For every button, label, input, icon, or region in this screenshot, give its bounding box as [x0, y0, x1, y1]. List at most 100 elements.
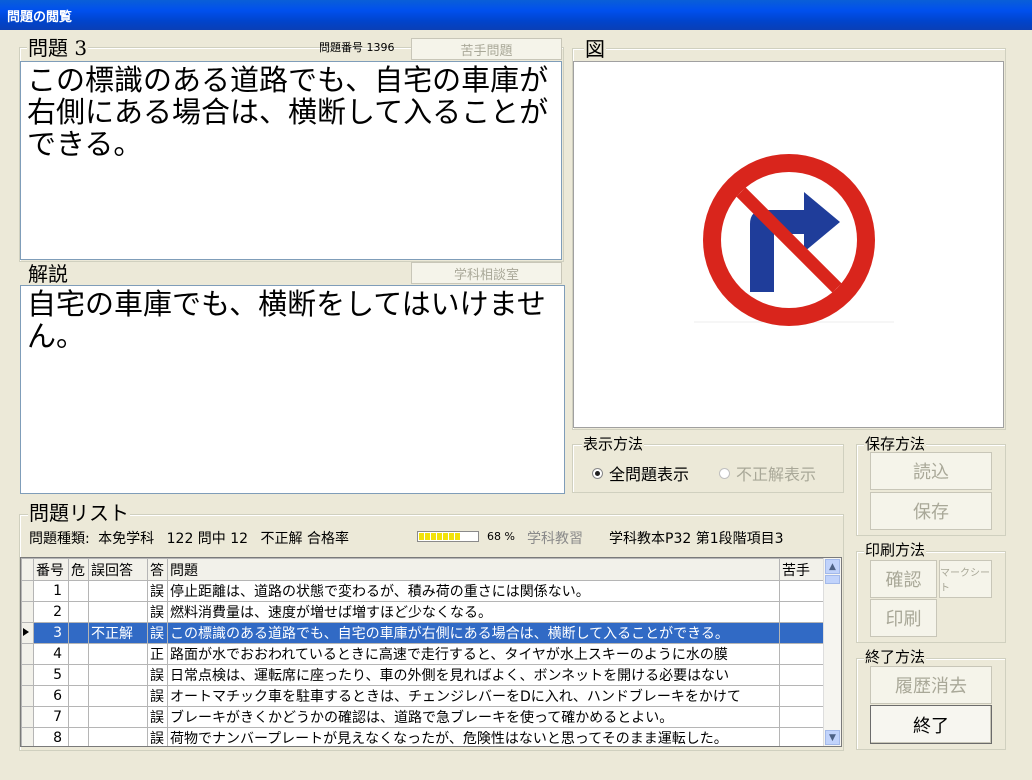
row-indicator[interactable]	[21, 706, 34, 728]
cell-question[interactable]: この標識のある道路でも、自宅の車庫が右側にある場合は、横断して入ることができる。	[167, 622, 780, 644]
cell-wrong-answer[interactable]	[88, 664, 148, 686]
current-row-pointer-icon[interactable]	[21, 622, 34, 644]
cell-weak[interactable]	[779, 685, 827, 707]
cell-wrong-answer[interactable]	[88, 685, 148, 707]
cell-danger[interactable]	[68, 727, 89, 746]
cell-question[interactable]: 荷物でナンバープレートが見えなくなったが、危険性はないと思ってそのまま運転した。	[167, 727, 780, 746]
cell-question[interactable]: 燃料消費量は、速度が増せば増すほど少なくなる。	[167, 601, 780, 623]
consult-room-button[interactable]: 学科相談室	[411, 262, 562, 284]
cell-number[interactable]: 8	[33, 727, 69, 746]
question-title: 問題 3	[27, 36, 89, 60]
radio-incorrect-only[interactable]: 不正解表示	[719, 461, 816, 485]
cell-number[interactable]: 2	[33, 601, 69, 623]
table-row[interactable]: 7 誤ブレーキがきくかどうかの確認は、道路で急ブレーキを使って確かめるとよい。	[21, 706, 827, 728]
cell-wrong-answer[interactable]	[88, 601, 148, 623]
cell-wrong-answer[interactable]	[88, 706, 148, 728]
cell-answer[interactable]: 誤	[147, 601, 168, 623]
row-indicator[interactable]	[21, 685, 34, 707]
cell-weak[interactable]	[779, 664, 827, 686]
question-number: 問題番号 1396	[319, 41, 395, 54]
cell-weak[interactable]	[779, 601, 827, 623]
clear-history-button[interactable]: 履歴消去	[870, 666, 992, 704]
print-button[interactable]: 印刷	[870, 599, 937, 637]
window-titlebar[interactable]: 問題の閲覧	[0, 0, 1032, 30]
cell-answer[interactable]: 誤	[147, 706, 168, 728]
cell-answer[interactable]: 正	[147, 643, 168, 665]
window-title: 問題の閲覧	[7, 10, 73, 25]
scroll-up-icon[interactable]: ▲	[825, 559, 840, 574]
radio-all-questions[interactable]: 全問題表示	[592, 461, 689, 485]
column-header-danger[interactable]: 危	[68, 558, 89, 581]
radio-dot-icon[interactable]	[592, 467, 603, 479]
count-text: 122 問中 12	[166, 531, 249, 547]
cell-danger[interactable]	[68, 643, 89, 665]
row-indicator[interactable]	[21, 727, 34, 746]
confirm-button[interactable]: 確認	[870, 560, 937, 598]
table-row[interactable]: 2 誤燃料消費量は、速度が増せば増すほど少なくなる。	[21, 601, 827, 623]
cell-danger[interactable]	[68, 706, 89, 728]
scroll-down-icon[interactable]: ▼	[825, 730, 840, 745]
cell-number[interactable]: 6	[33, 685, 69, 707]
cell-wrong-answer[interactable]	[88, 727, 148, 746]
explanation-text: 自宅の車庫でも、横断をしてはいけません。	[20, 285, 565, 494]
table-scrollbar[interactable]: ▲ ▼	[823, 558, 841, 746]
exit-button[interactable]: 終了	[870, 705, 992, 744]
cell-answer[interactable]: 誤	[147, 664, 168, 686]
column-header-weak[interactable]: 苦手	[779, 558, 827, 581]
cell-weak[interactable]	[779, 727, 827, 746]
row-indicator[interactable]	[21, 580, 34, 602]
radio-dot-icon[interactable]	[719, 467, 730, 479]
row-indicator[interactable]	[21, 664, 34, 686]
cell-question[interactable]: 停止距離は、道路の状態で変わるが、積み荷の重さには関係ない。	[167, 580, 780, 602]
cell-number[interactable]: 7	[33, 706, 69, 728]
radio-incorrect-only-label: 不正解表示	[736, 465, 817, 484]
cell-number[interactable]: 5	[33, 664, 69, 686]
cell-number[interactable]: 3	[33, 622, 69, 644]
marksheet-button[interactable]: マークシート	[939, 560, 992, 598]
column-header-number[interactable]: 番号	[33, 558, 69, 581]
table-row[interactable]: 8 誤荷物でナンバープレートが見えなくなったが、危険性はないと思ってそのまま運転し…	[21, 727, 827, 746]
column-header-wrong-answer[interactable]: 誤回答	[88, 558, 148, 581]
cell-number[interactable]: 1	[33, 580, 69, 602]
no-right-turn-sign-icon	[694, 154, 894, 326]
column-header-answer[interactable]: 答	[147, 558, 168, 581]
row-indicator[interactable]	[21, 643, 34, 665]
table-row[interactable]: 1 誤停止距離は、道路の状態で変わるが、積み荷の重さには関係ない。	[21, 580, 827, 602]
explanation-title: 解説	[27, 262, 69, 286]
question-list-info: 問題種類: 本免学科 122 問中 12 不正解 合格率	[29, 528, 349, 547]
save-button[interactable]: 保存	[870, 492, 992, 530]
radio-all-questions-label: 全問題表示	[609, 465, 690, 484]
cell-answer[interactable]: 誤	[147, 622, 168, 644]
cell-weak[interactable]	[779, 622, 827, 644]
column-header-question[interactable]: 問題	[167, 558, 780, 581]
cell-wrong-answer[interactable]	[88, 580, 148, 602]
row-indicator[interactable]	[21, 601, 34, 623]
cell-answer[interactable]: 誤	[147, 685, 168, 707]
cell-weak[interactable]	[779, 643, 827, 665]
cell-danger[interactable]	[68, 685, 89, 707]
cell-question[interactable]: 日常点検は、運転席に座ったり、車の外側を見ればよく、ボンネットを開ける必要はない	[167, 664, 780, 686]
cell-answer[interactable]: 誤	[147, 580, 168, 602]
cell-question[interactable]: オートマチック車を駐車するときは、チェンジレバーをDに入れ、ハンドブレーキをかけ…	[167, 685, 780, 707]
cell-danger[interactable]	[68, 580, 89, 602]
cell-danger[interactable]	[68, 622, 89, 644]
table-row[interactable]: 6 誤オートマチック車を駐車するときは、チェンジレバーをDに入れ、ハンドブレーキを…	[21, 685, 827, 707]
row-indicator-header	[21, 558, 34, 581]
cell-danger[interactable]	[68, 601, 89, 623]
table-row[interactable]: 4 正路面が水でおおわれているときに高速で走行すると、タイヤが水上スキーのように水…	[21, 643, 827, 665]
cell-wrong-answer[interactable]: 不正解	[88, 622, 148, 644]
cell-number[interactable]: 4	[33, 643, 69, 665]
cell-question[interactable]: ブレーキがきくかどうかの確認は、道路で急ブレーキを使って確かめるとよい。	[167, 706, 780, 728]
table-row[interactable]: 3 不正解誤この標識のある道路でも、自宅の車庫が右側にある場合は、横断して入ること…	[21, 622, 827, 644]
cell-question[interactable]: 路面が水でおおわれているときに高速で走行すると、タイヤが水上スキーのように水の膜	[167, 643, 780, 665]
table-row[interactable]: 5 誤日常点検は、運転席に座ったり、車の外側を見ればよく、ボンネットを開ける必要は…	[21, 664, 827, 686]
cell-weak[interactable]	[779, 706, 827, 728]
cell-weak[interactable]	[779, 580, 827, 602]
cell-answer[interactable]: 誤	[147, 727, 168, 746]
cell-wrong-answer[interactable]	[88, 643, 148, 665]
weak-question-button[interactable]: 苦手問題	[411, 38, 562, 60]
cell-danger[interactable]	[68, 664, 89, 686]
scroll-thumb[interactable]	[825, 575, 840, 584]
question-table[interactable]: 番号 危 誤回答 答 問題 苦手 1 誤停止距離は、道路の状態で変わるが、積み荷の…	[20, 557, 842, 747]
load-button[interactable]: 読込	[870, 452, 992, 490]
